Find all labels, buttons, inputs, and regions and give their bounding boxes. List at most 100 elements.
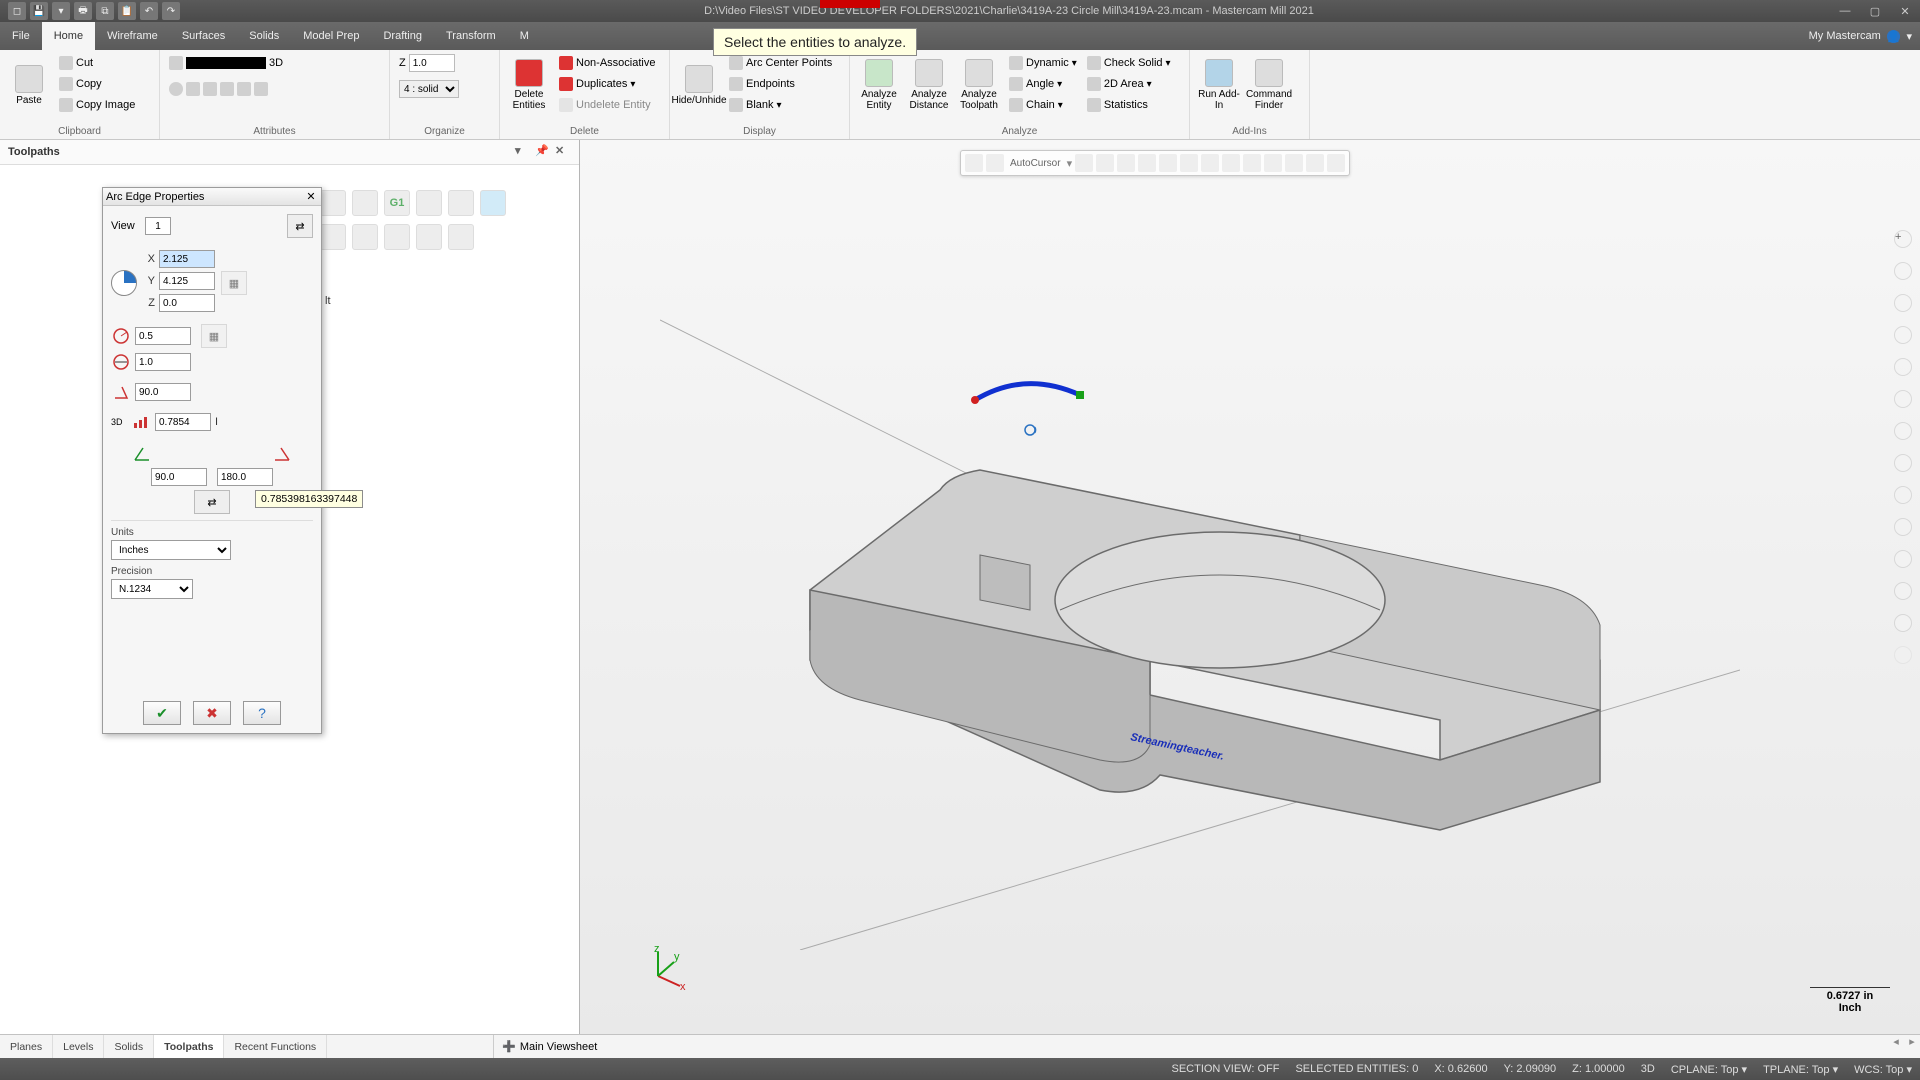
- view-number-input[interactable]: [145, 217, 171, 235]
- attr-icon-5[interactable]: [237, 82, 251, 96]
- sel-icon[interactable]: [1180, 154, 1198, 172]
- sel-icon[interactable]: [1243, 154, 1261, 172]
- sel-icon[interactable]: [1159, 154, 1177, 172]
- attr-icon-6[interactable]: [254, 82, 268, 96]
- delete-entities-button[interactable]: Delete Entities: [506, 53, 552, 117]
- paste-button[interactable]: Paste: [6, 53, 52, 117]
- tp-icon[interactable]: [352, 224, 378, 250]
- panel-close-icon[interactable]: ✕: [555, 144, 571, 160]
- qat-undo-icon[interactable]: ↶: [140, 2, 158, 20]
- y-input[interactable]: [159, 272, 215, 290]
- help-dropdown-icon[interactable]: ▾: [1906, 30, 1912, 43]
- status-mode[interactable]: 3D: [1641, 1063, 1655, 1075]
- chain-button[interactable]: Chain▾: [1006, 95, 1080, 115]
- angle-button[interactable]: Angle▾: [1006, 74, 1080, 94]
- command-finder-button[interactable]: Command Finder: [1246, 53, 1292, 117]
- tp-icon[interactable]: [320, 190, 346, 216]
- area2d-button[interactable]: 2D Area▾: [1084, 74, 1174, 94]
- viewsheet-next[interactable]: ▸: [1904, 1035, 1920, 1058]
- rail-icon[interactable]: [1894, 550, 1912, 568]
- tab-toolpaths-bottom[interactable]: Toolpaths: [154, 1035, 224, 1058]
- sel-icon[interactable]: [1306, 154, 1324, 172]
- model-view[interactable]: Streamingteacher.: [660, 230, 1740, 950]
- units-select[interactable]: Inches: [111, 540, 231, 560]
- cut-button[interactable]: Cut: [56, 53, 138, 73]
- rail-icon[interactable]: [1894, 614, 1912, 632]
- tab-file[interactable]: File: [0, 22, 42, 50]
- copy-button[interactable]: Copy: [56, 74, 138, 94]
- level-select[interactable]: 4 : solid: [399, 80, 459, 98]
- status-wcs[interactable]: WCS: Top ▾: [1854, 1063, 1912, 1076]
- tab-m[interactable]: M: [508, 22, 541, 50]
- tab-drafting[interactable]: Drafting: [371, 22, 434, 50]
- tp-icon[interactable]: [352, 190, 378, 216]
- tab-wireframe[interactable]: Wireframe: [95, 22, 170, 50]
- sel-icon[interactable]: [1327, 154, 1345, 172]
- my-mastercam-link[interactable]: My Mastercam: [1809, 30, 1881, 42]
- viewsheet-tab[interactable]: Main Viewsheet: [520, 1041, 597, 1053]
- rail-icon[interactable]: [1894, 358, 1912, 376]
- tp-g1-icon[interactable]: G1: [384, 190, 410, 216]
- rail-icon[interactable]: [1894, 262, 1912, 280]
- sweep-input[interactable]: [135, 383, 191, 401]
- sel-icon[interactable]: [986, 154, 1004, 172]
- sel-icon[interactable]: [1138, 154, 1156, 172]
- rail-icon[interactable]: [1894, 422, 1912, 440]
- cancel-button[interactable]: ✖: [193, 701, 231, 725]
- endpoints-button[interactable]: Endpoints: [726, 74, 835, 94]
- linestyle-preview[interactable]: [186, 57, 266, 69]
- length3d-input[interactable]: [155, 413, 211, 431]
- qat-open-icon[interactable]: ▾: [52, 2, 70, 20]
- tp-icon[interactable]: [448, 190, 474, 216]
- qat-print-icon[interactable]: 🖶: [74, 2, 92, 20]
- status-cplane[interactable]: CPLANE: Top ▾: [1671, 1063, 1747, 1076]
- attr-icon-1[interactable]: [169, 82, 183, 96]
- tab-transform[interactable]: Transform: [434, 22, 508, 50]
- x-input[interactable]: [159, 250, 215, 268]
- sel-icon[interactable]: [1264, 154, 1282, 172]
- tab-recent-functions[interactable]: Recent Functions: [224, 1035, 327, 1058]
- qat-paste-icon[interactable]: 📋: [118, 2, 136, 20]
- analyze-entity-button[interactable]: Analyze Entity: [856, 53, 902, 117]
- z-input[interactable]: [409, 54, 455, 72]
- run-addin-button[interactable]: Run Add-In: [1196, 53, 1242, 117]
- rail-icon[interactable]: [1894, 486, 1912, 504]
- diameter-input[interactable]: [135, 353, 191, 371]
- xyz-lock-button[interactable]: ▦: [221, 271, 247, 295]
- start-angle-input[interactable]: [151, 468, 207, 486]
- tab-solids-bottom[interactable]: Solids: [104, 1035, 154, 1058]
- rail-icon[interactable]: [1894, 326, 1912, 344]
- help-button[interactable]: ?: [243, 701, 281, 725]
- rail-icon[interactable]: [1894, 582, 1912, 600]
- sel-icon[interactable]: [1201, 154, 1219, 172]
- panel-pin-icon[interactable]: 📌: [535, 144, 551, 160]
- radius-lock-button[interactable]: ▦: [201, 324, 227, 348]
- viewsheet-add-icon[interactable]: ➕: [502, 1040, 516, 1053]
- tp-icon[interactable]: [448, 224, 474, 250]
- qat-new-icon[interactable]: ◻: [8, 2, 26, 20]
- view-swap-button[interactable]: ⇄: [287, 214, 313, 238]
- end-angle-input[interactable]: [217, 468, 273, 486]
- analyze-distance-button[interactable]: Analyze Distance: [906, 53, 952, 117]
- maximize-button[interactable]: ▢: [1860, 0, 1890, 22]
- angle-swap-button[interactable]: ⇄: [194, 490, 230, 514]
- analyze-toolpath-button[interactable]: Analyze Toolpath: [956, 53, 1002, 117]
- arccenter-button[interactable]: Arc Center Points: [726, 53, 835, 73]
- radius-input[interactable]: [135, 327, 191, 345]
- statistics-button[interactable]: Statistics: [1084, 95, 1174, 115]
- rail-icon[interactable]: [1894, 454, 1912, 472]
- rail-icon[interactable]: [1894, 294, 1912, 312]
- checksolid-button[interactable]: Check Solid▾: [1084, 53, 1174, 73]
- tab-planes[interactable]: Planes: [0, 1035, 53, 1058]
- duplicates-button[interactable]: Duplicates▾: [556, 74, 658, 94]
- rail-icon[interactable]: +: [1894, 230, 1912, 248]
- tp-icon[interactable]: [384, 224, 410, 250]
- rail-icon[interactable]: [1894, 518, 1912, 536]
- attr-icon-3[interactable]: [203, 82, 217, 96]
- sel-icon[interactable]: [1222, 154, 1240, 172]
- sel-icon[interactable]: [965, 154, 983, 172]
- dialog-close-button[interactable]: ✕: [304, 190, 318, 203]
- nonassoc-button[interactable]: Non-Associative: [556, 53, 658, 73]
- sel-icon[interactable]: [1285, 154, 1303, 172]
- rail-icon[interactable]: [1894, 390, 1912, 408]
